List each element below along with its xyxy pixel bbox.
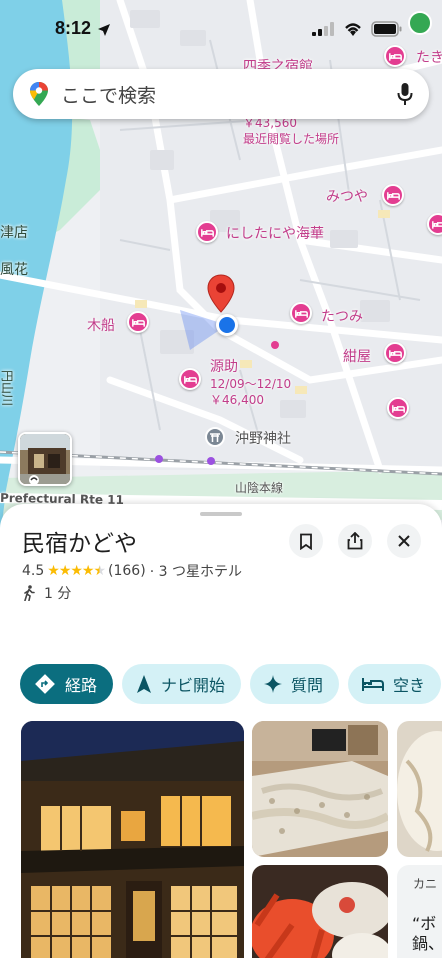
bed-icon bbox=[183, 375, 197, 384]
street-view-image bbox=[20, 434, 70, 484]
bed-icon bbox=[388, 349, 402, 358]
walk-time: 1 分 bbox=[44, 586, 72, 602]
map-label-recent[interactable]: 最近閲覧した場所 bbox=[243, 132, 339, 147]
location-arrow-icon bbox=[98, 24, 110, 36]
photo-crab-dinner[interactable] bbox=[252, 865, 388, 958]
poi-dot[interactable] bbox=[155, 455, 163, 463]
map-label-tsuten: 津店 bbox=[0, 225, 28, 241]
hotel-pin-right-edge[interactable] bbox=[427, 213, 442, 235]
status-bar: 8:12 bbox=[0, 0, 442, 60]
walking-icon bbox=[24, 585, 35, 601]
close-icon bbox=[398, 535, 410, 547]
hotel-pin-mitsuya[interactable] bbox=[382, 184, 404, 206]
map-label-gensuke-price[interactable]: ￥46,400 bbox=[210, 393, 264, 408]
directions-button[interactable]: 経路 bbox=[20, 664, 114, 704]
sparkle-icon bbox=[264, 675, 283, 693]
map-label-gensuke[interactable]: 源助 bbox=[210, 356, 238, 376]
wifi-icon bbox=[345, 23, 361, 36]
photo-exterior[interactable] bbox=[21, 721, 244, 958]
map-label-fuka: 風花 bbox=[0, 262, 28, 278]
sheet-drag-handle[interactable] bbox=[200, 512, 242, 516]
bed-icon bbox=[200, 228, 214, 237]
hotel-pin-bottom-right[interactable] bbox=[387, 397, 409, 419]
walk-time-row: 1 分 bbox=[22, 583, 71, 603]
review-count[interactable]: (166) bbox=[108, 563, 146, 579]
search-input[interactable]: ここで検索 bbox=[61, 81, 397, 108]
bed-icon bbox=[431, 220, 442, 229]
my-location-dot bbox=[216, 314, 238, 336]
map-label-river: 円山川 bbox=[0, 370, 14, 407]
map-label-nishitaniya[interactable]: にしたにや海華 bbox=[226, 223, 324, 243]
directions-icon bbox=[35, 674, 55, 694]
torii-icon bbox=[210, 433, 220, 442]
bed-icon bbox=[386, 191, 400, 200]
map-label-okino-shrine[interactable]: 沖野神社 bbox=[235, 428, 291, 448]
bed-icon bbox=[131, 318, 145, 327]
check-vacancy-button[interactable]: 空き bbox=[348, 664, 442, 704]
bed-icon bbox=[391, 404, 405, 413]
navigation-arrow-icon bbox=[137, 675, 152, 693]
exterior-photo-image bbox=[21, 721, 244, 958]
rating-stars: ★★★★★ bbox=[47, 563, 106, 579]
photo-dish[interactable] bbox=[397, 721, 442, 857]
review-quote: “ボ 鍋、 bbox=[412, 914, 442, 953]
cellular-signal-icon bbox=[312, 22, 334, 36]
google-maps-logo-icon bbox=[30, 82, 48, 106]
street-view-thumbnail[interactable] bbox=[18, 432, 72, 486]
map-label-mitsuya[interactable]: みつや bbox=[326, 186, 368, 206]
ask-label: 質問 bbox=[291, 676, 324, 695]
place-sheet[interactable]: 民宿かどや 4.5 ★★★★★ (166) · 3 つ星ホテル 1 分 経路 ナ… bbox=[0, 504, 442, 958]
check-vacancy-label: 空き bbox=[393, 676, 426, 695]
room-photo-image bbox=[252, 721, 388, 857]
battery-icon bbox=[371, 21, 402, 37]
directions-label: 経路 bbox=[65, 676, 98, 695]
photo-room[interactable] bbox=[252, 721, 388, 857]
map-label-kibune[interactable]: 木船 bbox=[87, 315, 115, 335]
crab-photo-image bbox=[252, 865, 388, 958]
map-label-gensuke-dates[interactable]: 12/09～12/10 bbox=[210, 377, 291, 392]
hotel-pin-gensuke[interactable] bbox=[179, 368, 201, 390]
action-chips: 経路 ナビ開始 質問 空き bbox=[20, 664, 442, 704]
hotel-pin-kibune[interactable] bbox=[127, 311, 149, 333]
bed-icon bbox=[294, 309, 308, 318]
selected-place-pin[interactable] bbox=[207, 274, 235, 314]
dish-photo-image bbox=[397, 721, 442, 857]
hotel-pin-konya[interactable] bbox=[384, 342, 406, 364]
microphone-icon[interactable] bbox=[397, 82, 413, 106]
map-label-konya[interactable]: 紺屋 bbox=[343, 346, 371, 366]
search-bar[interactable]: ここで検索 bbox=[13, 69, 429, 119]
bookmark-icon bbox=[300, 533, 312, 550]
review-card-caption: カニ bbox=[413, 877, 438, 891]
save-button[interactable] bbox=[289, 524, 323, 558]
rating-value: 4.5 bbox=[22, 563, 45, 579]
place-category: · 3 つ星ホテル bbox=[149, 564, 242, 580]
start-navigation-label: ナビ開始 bbox=[161, 676, 226, 695]
close-button[interactable] bbox=[387, 524, 421, 558]
bed-icon bbox=[362, 678, 385, 691]
ask-button[interactable]: 質問 bbox=[250, 664, 340, 704]
share-icon bbox=[347, 532, 363, 550]
status-time: 8:12 bbox=[55, 18, 92, 38]
poi-dot[interactable] bbox=[271, 341, 279, 349]
map-label-tatsumi[interactable]: たつみ bbox=[321, 306, 363, 326]
hotel-pin-tatsumi[interactable] bbox=[290, 302, 312, 324]
map-view[interactable]: 四季之宿館 ￥43,560 最近閲覧した場所 たき みつや にしたにや海華 津店… bbox=[0, 0, 442, 540]
poi-dot[interactable] bbox=[207, 457, 215, 465]
hotel-pin-nishitaniya[interactable] bbox=[196, 221, 218, 243]
map-label-sanin-line: 山陰本線 bbox=[235, 481, 284, 495]
shrine-pin[interactable] bbox=[205, 427, 225, 447]
rating-row[interactable]: 4.5 ★★★★★ (166) · 3 つ星ホテル bbox=[22, 561, 242, 581]
place-title: 民宿かどや bbox=[22, 531, 137, 557]
start-navigation-button[interactable]: ナビ開始 bbox=[122, 664, 242, 704]
share-button[interactable] bbox=[338, 524, 372, 558]
